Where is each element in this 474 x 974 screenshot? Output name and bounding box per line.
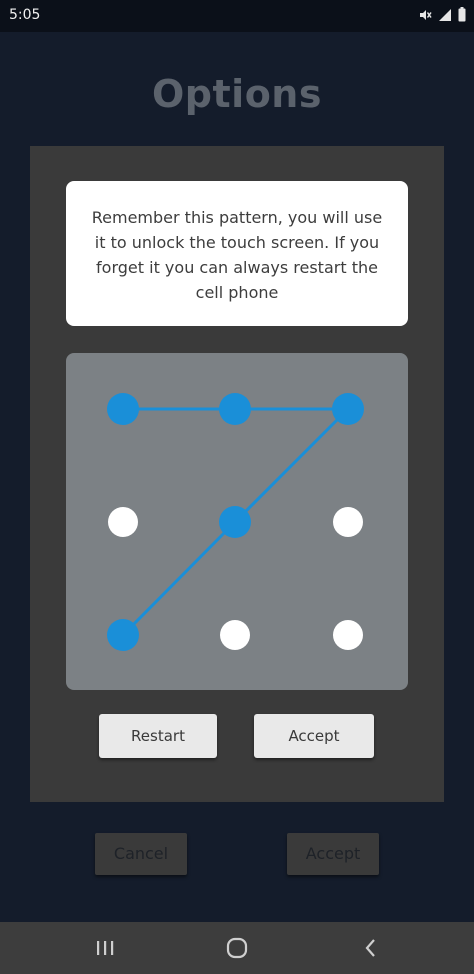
options-screen: 5:05 Options Remember this pattern, you … xyxy=(0,0,474,974)
pattern-dot-6[interactable] xyxy=(333,507,363,537)
recents-button[interactable] xyxy=(75,922,135,974)
pattern-dialog: Remember this pattern, you will use it t… xyxy=(30,146,444,802)
pattern-dot-4[interactable] xyxy=(108,507,138,537)
home-button[interactable] xyxy=(207,922,267,974)
mute-icon xyxy=(418,8,432,22)
pattern-dot-7[interactable] xyxy=(107,619,139,651)
status-time: 5:05 xyxy=(9,7,41,23)
pattern-dot-2[interactable] xyxy=(219,393,251,425)
pattern-grid[interactable] xyxy=(66,353,408,690)
pattern-pad[interactable] xyxy=(66,353,408,690)
cancel-button[interactable]: Cancel xyxy=(95,833,187,875)
home-icon xyxy=(226,937,248,959)
recents-icon xyxy=(97,941,114,955)
page-title: Options xyxy=(152,72,322,116)
restart-button[interactable]: Restart xyxy=(99,714,217,758)
pattern-dot-8[interactable] xyxy=(220,620,250,650)
battery-icon xyxy=(458,7,466,22)
back-icon xyxy=(365,939,375,957)
pattern-dot-9[interactable] xyxy=(333,620,363,650)
navigation-bar xyxy=(0,922,474,974)
pattern-dot-1[interactable] xyxy=(107,393,139,425)
dialog-accept-button[interactable]: Accept xyxy=(254,714,374,758)
accept-button[interactable]: Accept xyxy=(287,833,379,875)
signal-icon xyxy=(438,8,452,22)
status-icons xyxy=(418,7,466,22)
status-bar: 5:05 xyxy=(0,0,474,32)
pattern-dot-3[interactable] xyxy=(332,393,364,425)
pattern-dot-5[interactable] xyxy=(219,506,251,538)
instruction-message: Remember this pattern, you will use it t… xyxy=(66,181,408,326)
back-button[interactable] xyxy=(341,922,401,974)
